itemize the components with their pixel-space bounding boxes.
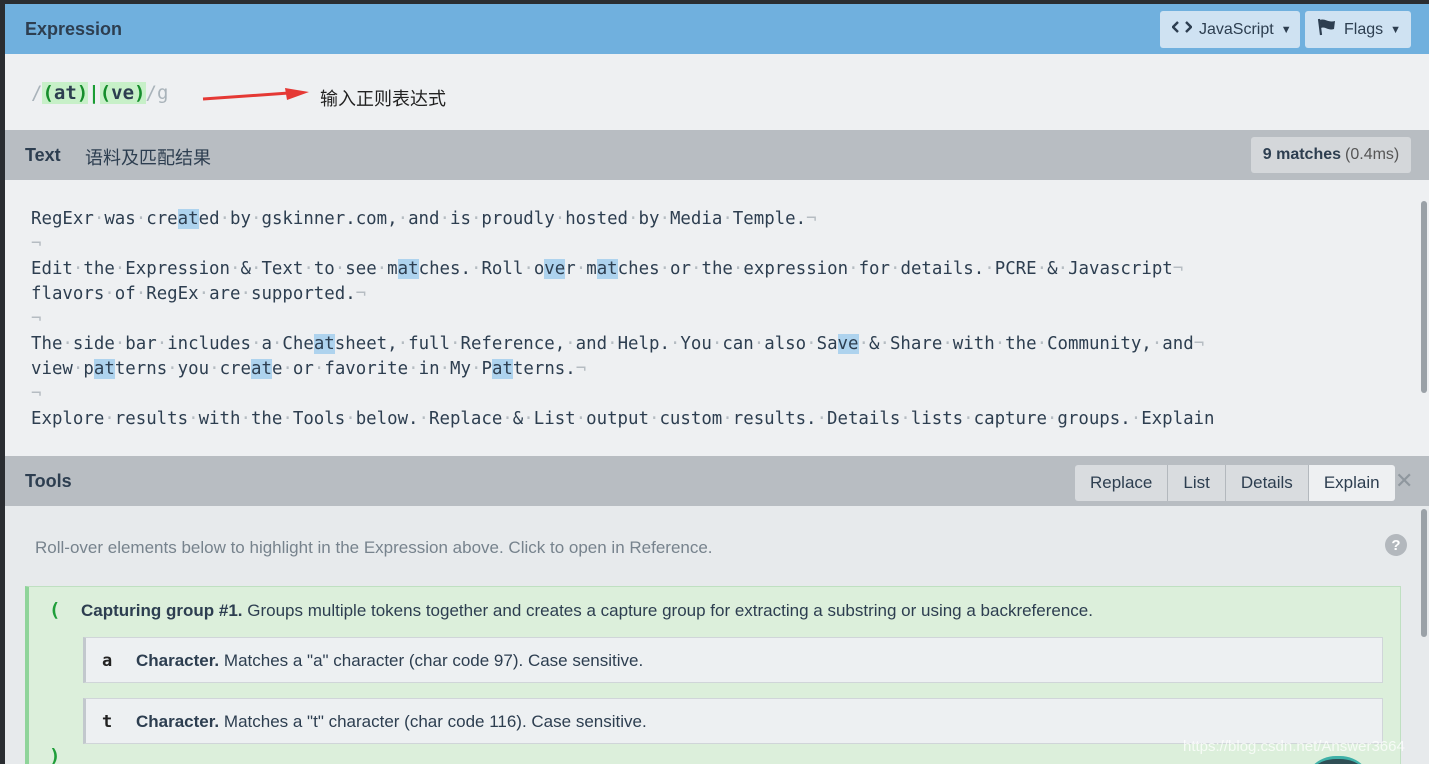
regex-open-delimiter: /	[31, 82, 43, 104]
corpus-text[interactable]: RegExr·was·created·by·gskinner.com,·and·…	[31, 207, 1411, 432]
regexr-app: Expression JavaScript ▼ Flags ▼ /(at)|(v…	[5, 4, 1429, 764]
tools-header: Tools Replace List Details Explain ✕	[5, 456, 1429, 506]
character-description: Character. Matches a "a" character (char…	[136, 651, 643, 671]
match-highlight[interactable]: ve	[544, 259, 566, 279]
character-glyph: a	[102, 651, 113, 671]
close-icon[interactable]: ✕	[1395, 468, 1413, 494]
match-highlight[interactable]: at	[596, 259, 618, 279]
code-brackets-icon	[1171, 20, 1193, 39]
match-highlight[interactable]: at	[177, 209, 199, 229]
match-highlight[interactable]: ve	[837, 334, 859, 354]
tools-scrollbar[interactable]	[1421, 509, 1427, 637]
match-count-badge[interactable]: 9 matches (0.4ms)	[1251, 137, 1411, 173]
text-title: Text	[25, 145, 61, 165]
flags-button[interactable]: Flags ▼	[1305, 11, 1411, 48]
regex-flags[interactable]: g	[157, 82, 168, 104]
corpus-line: Edit·the·Expression·&·Text·to·see·matche…	[31, 259, 1184, 279]
tab-replace[interactable]: Replace	[1075, 465, 1168, 501]
corpus-line: Explore·results·with·the·Tools·below.·Re…	[31, 409, 1215, 429]
match-highlight[interactable]: at	[397, 259, 419, 279]
match-highlight[interactable]: at	[313, 334, 335, 354]
chevron-down-icon: ▼	[1280, 23, 1292, 36]
group-1-open: (	[42, 82, 54, 104]
character-explanation[interactable]: a Character. Matches a "a" character (ch…	[83, 637, 1383, 683]
group-description-text: Groups multiple tokens together and crea…	[247, 601, 1093, 620]
regex-expression[interactable]: /(at)|(ve)/g	[31, 82, 168, 104]
text-header: Text 语料及匹配结果 9 matches (0.4ms)	[5, 130, 1429, 180]
match-highlight[interactable]: at	[250, 359, 272, 379]
character-title: Character.	[136, 651, 220, 670]
regex-alternation[interactable]: |	[88, 82, 99, 104]
character-description-text: Matches a "a" character (char code 97). …	[223, 651, 644, 670]
question-icon[interactable]: ?	[1385, 534, 1407, 556]
expression-editor[interactable]: /(at)|(ve)/g 输入正则表达式	[5, 54, 1429, 130]
tools-tabs: Replace List Details Explain	[1075, 465, 1395, 501]
character-glyph: t	[102, 712, 113, 732]
match-highlight[interactable]: at	[491, 359, 513, 379]
corpus-line: view·patterns·you·create·or·favorite·in·…	[31, 359, 587, 379]
text-scrollbar[interactable]	[1421, 201, 1427, 393]
group-2-close: )	[134, 82, 146, 104]
group-1-literal: at	[53, 82, 77, 104]
tools-panel: Roll-over elements below to highlight in…	[5, 506, 1429, 764]
explain-hint: Roll-over elements below to highlight in…	[35, 538, 713, 557]
text-annotation: 语料及匹配结果	[85, 148, 211, 169]
expression-header: Expression JavaScript ▼ Flags ▼	[5, 4, 1429, 54]
group-2-literal: ve	[111, 82, 135, 104]
regex-group-1[interactable]: (at)	[42, 82, 89, 104]
tab-list[interactable]: List	[1167, 465, 1225, 501]
character-description-text: Matches a "t" character (char code 116).…	[223, 712, 647, 731]
tab-explain[interactable]: Explain	[1307, 465, 1395, 501]
regex-close-delimiter: /	[145, 82, 157, 104]
group-1-close: )	[76, 82, 89, 104]
match-highlight[interactable]: at	[93, 359, 115, 379]
flavor-label: JavaScript	[1199, 20, 1274, 38]
corpus-line: The·side·bar·includes·a·Cheatsheet,·full…	[31, 334, 1205, 354]
expression-title: Expression	[25, 19, 123, 39]
character-description: Character. Matches a "t" character (char…	[136, 712, 647, 732]
corpus-line: ¬	[31, 384, 42, 404]
match-time: (0.4ms)	[1345, 146, 1400, 163]
watermark: https://blog.csdn.net/Answer3664	[1183, 738, 1405, 755]
corpus-line: RegExr·was·created·by·gskinner.com,·and·…	[31, 209, 817, 229]
regex-group-2[interactable]: (ve)	[99, 82, 146, 104]
text-editor[interactable]: RegExr·was·created·by·gskinner.com,·and·…	[5, 180, 1429, 456]
flags-label: Flags	[1344, 20, 1384, 38]
match-count: 9 matches	[1262, 146, 1342, 163]
annotation-arrow	[202, 88, 309, 101]
flag-icon	[1317, 18, 1337, 41]
corpus-line: ¬	[31, 234, 42, 254]
group-title: Capturing group #1.	[81, 601, 243, 620]
group-open-paren: (	[49, 599, 61, 621]
character-title: Character.	[136, 712, 220, 731]
corpus-line: ¬	[31, 309, 42, 329]
corpus-line: flavors·of·RegEx·are·supported.¬	[31, 284, 367, 304]
flavor-button[interactable]: JavaScript ▼	[1160, 11, 1300, 48]
group-close-paren: )	[49, 745, 61, 764]
expression-annotation: 输入正则表达式	[320, 89, 446, 110]
tab-details[interactable]: Details	[1224, 465, 1308, 501]
tools-title: Tools	[25, 471, 72, 491]
group-description: Capturing group #1. Groups multiple toke…	[81, 601, 1093, 621]
group-2-open: (	[99, 82, 112, 104]
chevron-down-icon: ▼	[1390, 23, 1402, 36]
